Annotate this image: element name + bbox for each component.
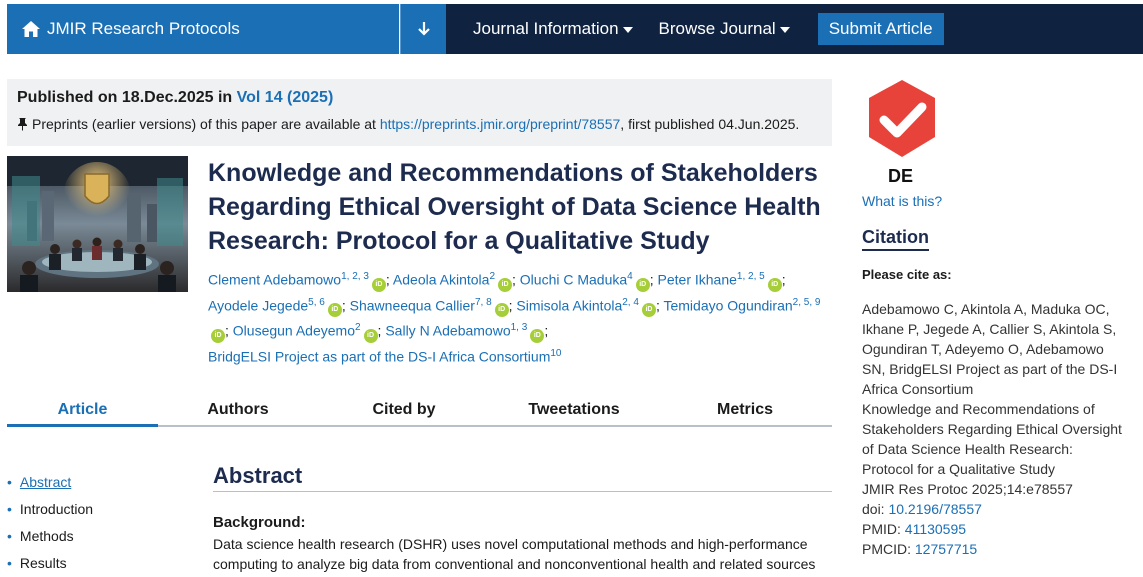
pmid-label: PMID: xyxy=(862,521,901,537)
orcid-icon[interactable]: iD xyxy=(211,328,225,343)
browse-journal-menu[interactable]: Browse Journal xyxy=(659,19,790,39)
author-link[interactable]: Ayodele Jegede xyxy=(208,297,308,313)
toc-item-abstract[interactable]: Abstract xyxy=(7,468,93,495)
orcid-icon[interactable]: iD xyxy=(363,328,378,343)
citation-title: Knowledge and Recommendations of Stakeho… xyxy=(862,401,1122,477)
browse-journal-label: Browse Journal xyxy=(658,19,776,38)
article-thumbnail xyxy=(7,156,188,292)
author-link[interactable]: Sally N Adebamowo xyxy=(385,323,510,339)
pmid-link[interactable]: 41130595 xyxy=(905,521,966,537)
download-button[interactable] xyxy=(400,4,446,54)
preprint-line: Preprints (earlier versions) of this pap… xyxy=(17,116,822,132)
author-link[interactable]: Simisola Akintola xyxy=(516,297,622,313)
preprint-link[interactable]: https://preprints.jmir.org/preprint/7855… xyxy=(380,116,620,132)
preprint-first-published: , first published 04.Jun.2025. xyxy=(620,116,800,132)
pmcid-link[interactable]: 12757715 xyxy=(915,541,977,557)
orcid-icon[interactable]: iD xyxy=(635,277,650,292)
citation-authors: Adebamowo C, Akintola A, Maduka OC, Ikha… xyxy=(862,301,1118,397)
article-tabs: Article Authors Cited by Tweetations Met… xyxy=(7,396,832,427)
please-cite-label: Please cite as: xyxy=(862,267,952,282)
toc-link[interactable]: Introduction xyxy=(20,501,93,517)
check-badge-icon[interactable] xyxy=(862,79,942,159)
author-list: Clement Adebamowo1, 2, 3iD; Adeola Akint… xyxy=(208,271,821,365)
published-line: Published on 18.Dec.2025 in Vol 14 (2025… xyxy=(17,89,822,107)
citation-heading: Citation xyxy=(862,227,929,251)
conference-room-illustration xyxy=(7,156,188,292)
author-link[interactable]: Oluchi C Maduka xyxy=(520,272,627,288)
orcid-icon[interactable]: iD xyxy=(498,277,512,292)
author-affiliation: 7, 8 xyxy=(474,296,492,308)
background-heading: Background: xyxy=(213,514,306,531)
tab-article[interactable]: Article xyxy=(7,396,158,427)
doi-label: doi: xyxy=(862,501,885,517)
tab-tweetations[interactable]: Tweetations xyxy=(490,396,658,427)
pin-icon xyxy=(18,118,27,131)
tab-cited-by[interactable]: Cited by xyxy=(318,396,490,427)
orcid-icon[interactable]: iD xyxy=(641,303,656,318)
top-nav: JMIR Research Protocols Journal Informat… xyxy=(7,4,1143,54)
author-link[interactable]: Olusegun Adeyemo xyxy=(233,323,355,339)
article-title: Knowledge and Recommendations of Stakeho… xyxy=(208,159,821,255)
abstract-heading: Abstract xyxy=(213,463,832,492)
toc-item-introduction[interactable]: Introduction xyxy=(7,495,93,522)
toc-link[interactable]: Abstract xyxy=(20,474,71,490)
author-affiliation: 2 xyxy=(354,322,361,334)
caret-down-icon xyxy=(779,27,790,33)
citation-journal: JMIR Res Protoc 2025;14:e78557 xyxy=(862,481,1073,497)
orcid-icon[interactable]: iD xyxy=(494,303,509,318)
published-text: Published on 18.Dec.2025 in xyxy=(17,89,233,106)
tab-authors[interactable]: Authors xyxy=(158,396,318,427)
home-icon xyxy=(22,21,40,37)
author-link[interactable]: Temidayo Ogundiran xyxy=(663,297,792,313)
toc-link[interactable]: Methods xyxy=(20,528,74,544)
author-affiliation: 1, 2, 5 xyxy=(736,271,765,282)
citation-doi: doi: 10.2196/78557 xyxy=(862,499,1122,519)
author-link[interactable]: Clement Adebamowo xyxy=(208,272,341,288)
toc-item-results[interactable]: Results xyxy=(7,549,93,576)
author-affiliation: 4 xyxy=(627,271,633,282)
author-affiliation: 1, 2, 3 xyxy=(341,271,369,282)
submit-article-button[interactable]: Submit Article xyxy=(817,13,944,45)
orcid-icon[interactable]: iD xyxy=(327,303,342,318)
citation-block: Adebamowo C, Akintola A, Maduka OC, Ikha… xyxy=(862,299,1122,559)
badge-label: DE xyxy=(888,166,914,186)
author-affiliation: 1, 3 xyxy=(510,322,528,334)
toc-link[interactable]: Results xyxy=(20,555,67,571)
consortium-link[interactable]: BridgELSI Project as part of the DS-I Af… xyxy=(208,349,550,365)
author-link[interactable]: Shawneequa Callier xyxy=(350,297,475,313)
preprint-text: Preprints (earlier versions) of this pap… xyxy=(32,116,376,132)
consortium-affiliation: 10 xyxy=(550,347,562,359)
volume-link[interactable]: Vol 14 (2025) xyxy=(237,89,334,106)
background-text: Data science health research (DSHR) uses… xyxy=(213,536,816,572)
download-arrow-icon xyxy=(417,22,430,36)
author-affiliation: 2 xyxy=(489,271,495,282)
citation-pmid: PMID: 41130595 xyxy=(862,519,1122,539)
orcid-icon[interactable]: iD xyxy=(371,277,386,292)
caret-down-icon xyxy=(622,27,633,33)
orcid-icon[interactable]: iD xyxy=(767,277,782,292)
author-affiliation: 2, 5, 9 xyxy=(792,296,821,308)
citation-pmcid: PMCID: 12757715 xyxy=(862,539,1122,559)
pmcid-label: PMCID: xyxy=(862,541,911,557)
brand-link[interactable]: JMIR Research Protocols xyxy=(7,4,399,54)
orcid-icon[interactable]: iD xyxy=(530,328,545,343)
tab-metrics[interactable]: Metrics xyxy=(658,396,832,427)
journal-info-label: Journal Information xyxy=(473,19,619,38)
author-link[interactable]: Peter Ikhane xyxy=(658,272,737,288)
author-affiliation: 5, 6 xyxy=(308,296,325,308)
toc-item-methods[interactable]: Methods xyxy=(7,522,93,549)
publication-info-box: Published on 18.Dec.2025 in Vol 14 (2025… xyxy=(7,79,832,146)
journal-info-menu[interactable]: Journal Information xyxy=(473,19,633,39)
nav-menu: Journal Information Browse Journal Submi… xyxy=(446,4,1143,54)
author-affiliation: 2, 4 xyxy=(622,296,639,308)
brand-label: JMIR Research Protocols xyxy=(47,19,240,38)
what-is-this-link[interactable]: What is this? xyxy=(862,193,942,209)
table-of-contents: Abstract Introduction Methods Results xyxy=(7,468,93,576)
doi-link[interactable]: 10.2196/78557 xyxy=(888,501,981,517)
author-link[interactable]: Adeola Akintola xyxy=(393,272,490,288)
